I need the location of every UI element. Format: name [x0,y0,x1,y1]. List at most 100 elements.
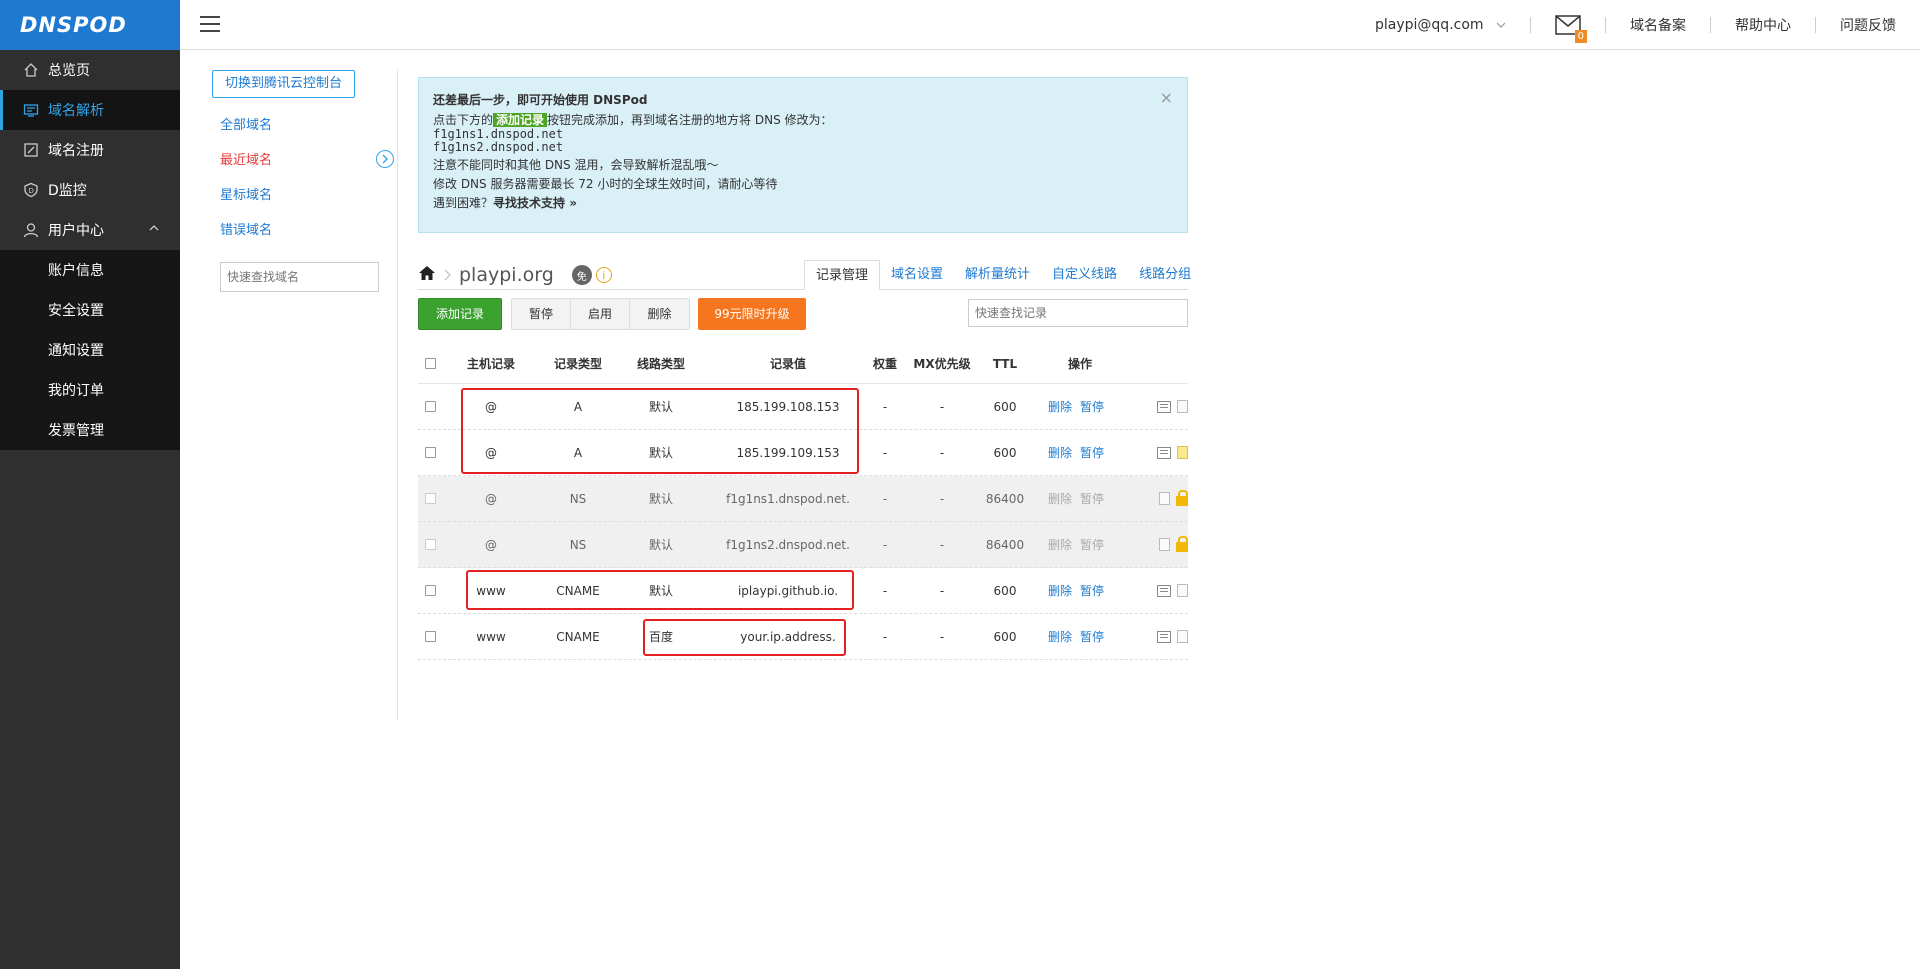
account-menu[interactable]: playpi@qq.com [1351,17,1530,33]
tab-domain-settings[interactable]: 域名设置 [880,260,954,290]
select-all-checkbox[interactable] [422,344,438,383]
sidebar-item-monitor[interactable]: D D监控 [0,170,180,210]
link-starred-domains[interactable]: 星标域名 [212,176,398,211]
note-icon[interactable] [1159,492,1170,505]
sidebar-item-label: 用户中心 [48,223,104,239]
row-checkbox[interactable] [422,430,438,475]
table-row: @ NS 默认 f1g1ns2.dnspod.net. - - 86400 删除… [418,522,1188,568]
messages-button[interactable]: 0 [1531,15,1605,43]
record-search-input[interactable] [968,299,1188,327]
pause-button[interactable]: 暂停 [512,299,571,329]
notice-text: 点击下方的 [433,113,494,127]
sidebar-item-dns[interactable]: 域名解析 [0,90,180,130]
pause-record-link[interactable]: 暂停 [1080,582,1104,599]
load-balance-icon[interactable] [1157,584,1171,597]
info-icon[interactable]: i [595,267,612,283]
header-weight: 权重 [872,357,897,371]
cell-value: iplaypi.github.io. [737,583,839,598]
link-icp-filing[interactable]: 域名备案 [1606,15,1710,35]
dnspod-logo[interactable]: DNSPOD [0,0,180,50]
home-icon[interactable] [418,265,436,285]
table-header: 主机记录 记录类型 线路类型 记录值 权重 MX优先级 TTL 操作 [418,344,1188,384]
row-checkbox[interactable] [422,384,438,429]
note-icon[interactable] [1177,446,1188,459]
cell-mx: - [939,491,945,506]
sidebar-subitem-notifications[interactable]: 通知设置 [0,330,180,370]
cell-line: 默认 [648,538,673,552]
domain-header: playpi.org 免 i [418,260,612,290]
row-checkbox[interactable] [422,614,438,659]
link-label: 错误域名 [220,223,273,238]
link-feedback[interactable]: 问题反馈 [1816,15,1920,35]
domain-search-input[interactable] [220,262,379,292]
note-icon[interactable] [1159,538,1170,551]
cell-weight: - [882,583,888,598]
table-row[interactable]: www CNAME 百度 your.ip.address. - - 600 删除… [418,614,1188,660]
upgrade-button[interactable]: 99元限时升级 [698,298,806,330]
tech-support-link[interactable]: 寻找技术支持 » [493,196,577,210]
cell-ops: 删除 暂停 [1040,384,1120,429]
cell-ttl: 86400 [985,537,1025,552]
link-all-domains[interactable]: 全部域名 [212,106,398,141]
table-row: @ NS 默认 f1g1ns1.dnspod.net. - - 86400 删除… [418,476,1188,522]
delete-button[interactable]: 删除 [630,299,689,329]
sidebar-subitem-account[interactable]: 账户信息 [0,250,180,290]
link-help-center[interactable]: 帮助中心 [1711,15,1815,35]
delete-record-link[interactable]: 删除 [1048,398,1072,415]
enable-button[interactable]: 启用 [571,299,630,329]
sidebar-item-user-center[interactable]: 用户中心 [0,210,180,250]
pause-record-link[interactable]: 暂停 [1080,444,1104,461]
table-row[interactable]: @ A 默认 185.199.108.153 - - 600 删除 暂停 [418,384,1188,430]
lock-icon [1176,489,1188,506]
row-checkbox[interactable] [422,568,438,613]
add-record-button[interactable]: 添加记录 [418,298,502,330]
cell-line: 默认 [648,446,673,460]
sidebar-subitem-orders[interactable]: 我的订单 [0,370,180,410]
bulk-action-group: 暂停 启用 删除 [511,298,690,330]
pause-record-link[interactable]: 暂停 [1080,398,1104,415]
note-icon[interactable] [1177,584,1188,597]
notice-line: 修改 DNS 服务器需要最长 72 小时的全球生效时间，请耐心等待 [433,177,778,191]
table-row[interactable]: www CNAME 默认 iplaypi.github.io. - - 600 … [418,568,1188,614]
tab-custom-lines[interactable]: 自定义线路 [1041,260,1128,290]
svg-text:D: D [29,187,34,195]
tab-query-stats[interactable]: 解析量统计 [954,260,1041,290]
sidebar: DNSPOD 总览页 域名解析 域名注册 D D监控 用户中心 账户信息 安全设… [0,0,180,969]
cell-type: CNAME [556,583,600,598]
chevron-right-circle-icon[interactable] [376,149,394,168]
load-balance-icon[interactable] [1157,400,1171,413]
cell-weight: - [882,399,888,414]
pause-record-link: 暂停 [1080,538,1105,552]
switch-console-button[interactable]: 切换到腾讯云控制台 [212,70,356,98]
cell-ops: 删除 暂停 [1040,568,1120,613]
load-balance-icon[interactable] [1157,630,1171,643]
sidebar-item-register[interactable]: 域名注册 [0,130,180,170]
cell-ops: 删除 暂停 [1040,476,1120,521]
cell-line: 默认 [648,584,673,598]
header-type: 记录类型 [553,357,602,371]
header-ttl: TTL [992,356,1018,371]
cell-line: 默认 [648,400,673,414]
note-icon[interactable] [1177,400,1188,413]
delete-record-link[interactable]: 删除 [1048,628,1072,645]
link-error-domains[interactable]: 错误域名 [212,211,398,246]
link-recent-domains[interactable]: 最近域名 [212,141,398,176]
chevron-down-icon [1496,17,1506,33]
close-icon[interactable]: × [1160,90,1173,106]
pause-record-link[interactable]: 暂停 [1080,628,1104,645]
cell-icons [1138,568,1188,613]
cell-mx: - [939,399,945,414]
delete-record-link[interactable]: 删除 [1048,582,1072,599]
sidebar-subitem-security[interactable]: 安全设置 [0,290,180,330]
sidebar-item-overview[interactable]: 总览页 [0,50,180,90]
delete-record-link[interactable]: 删除 [1048,444,1072,461]
note-icon[interactable] [1177,630,1188,643]
tab-records[interactable]: 记录管理 [804,260,881,290]
delete-record-link: 删除 [1047,492,1072,506]
tab-line-groups[interactable]: 线路分组 [1128,260,1202,290]
sidebar-subitem-invoices[interactable]: 发票管理 [0,410,180,450]
table-row[interactable]: @ A 默认 185.199.109.153 - - 600 删除 暂停 [418,430,1188,476]
domain-name: playpi.org [459,264,554,286]
menu-toggle-icon[interactable] [200,16,220,32]
load-balance-icon[interactable] [1157,446,1171,459]
